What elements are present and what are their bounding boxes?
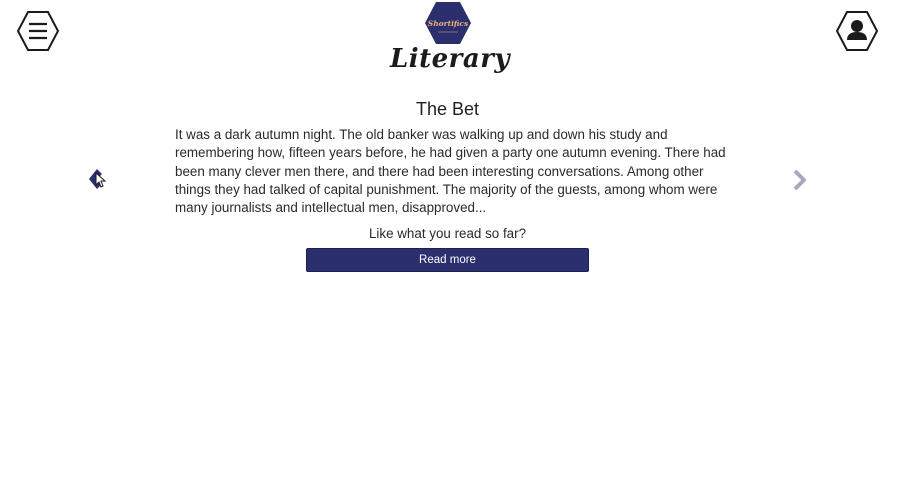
story-excerpt: It was a dark autumn night. The old bank…	[175, 127, 726, 216]
chevron-left-icon	[89, 169, 107, 189]
user-account-icon	[836, 11, 878, 51]
read-more-button[interactable]: Read more	[306, 248, 589, 272]
previous-story-button[interactable]	[85, 166, 109, 194]
account-button[interactable]	[836, 10, 878, 52]
chevron-right-icon	[793, 169, 806, 191]
page: Shortifics Literary The Bet It was a dar…	[0, 0, 900, 502]
logo-text: Shortifics	[428, 19, 469, 28]
next-story-button[interactable]	[789, 168, 811, 192]
story-title: The Bet	[415, 99, 480, 119]
category-title: Literary	[389, 44, 511, 74]
site-logo[interactable]: Shortifics	[424, 1, 472, 45]
read-more-prompt: Like what you read so far?	[368, 226, 527, 241]
